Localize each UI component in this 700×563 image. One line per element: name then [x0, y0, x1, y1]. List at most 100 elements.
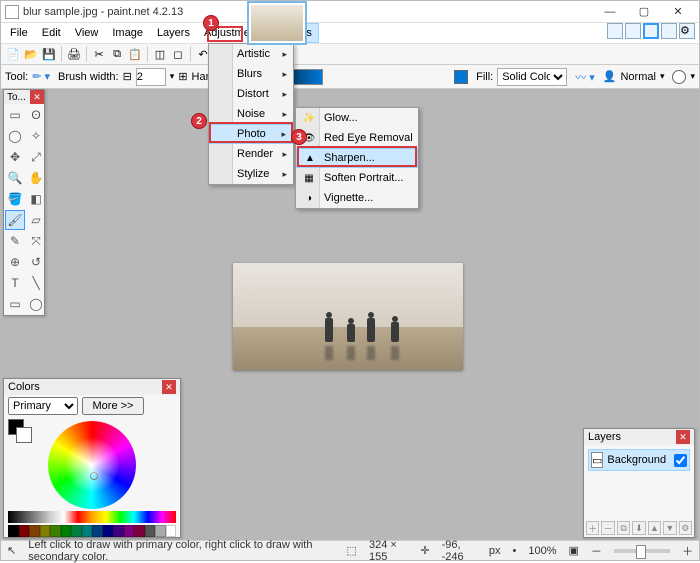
menu-view[interactable]: View: [68, 23, 106, 43]
tool-wand[interactable]: ✧: [26, 126, 46, 146]
app-icon: [5, 5, 19, 19]
effects-render[interactable]: Render▸: [209, 144, 293, 164]
tool-zoom[interactable]: 🔍: [5, 168, 25, 188]
layer-down[interactable]: ▼: [663, 521, 676, 535]
tool-shapes[interactable]: ◯: [26, 294, 46, 314]
layer-props[interactable]: ⚙: [679, 521, 692, 535]
hue-strip[interactable]: [8, 511, 176, 523]
menu-image[interactable]: Image: [105, 23, 150, 43]
cut-icon[interactable]: ✂: [91, 46, 107, 62]
tool-ellipse-select[interactable]: ◯: [5, 126, 25, 146]
tool-pencil[interactable]: ✎: [5, 231, 25, 251]
brush-width-input[interactable]: [136, 68, 166, 86]
copy-icon[interactable]: ⧉: [109, 46, 125, 62]
layer-up[interactable]: ▲: [648, 521, 661, 535]
document-thumbnail[interactable]: [247, 1, 307, 45]
tool-paintbrush[interactable]: 🖌: [5, 210, 25, 230]
effects-distort[interactable]: Distort▸: [209, 84, 293, 104]
toggle-layers-window[interactable]: [643, 23, 659, 39]
maximize-button[interactable]: ▢: [627, 2, 661, 22]
tool-rect-select[interactable]: ▭: [5, 105, 25, 125]
brush-inc-icon[interactable]: ⊞: [178, 70, 187, 83]
secondary-swatch[interactable]: [672, 70, 686, 84]
tool-clone[interactable]: ⊕: [5, 252, 25, 272]
layer-name: Background: [607, 454, 666, 466]
color-wheel[interactable]: [48, 421, 136, 509]
layer-add[interactable]: ＋: [586, 521, 599, 535]
effects-artistic[interactable]: Artistic▸: [209, 44, 293, 64]
effects-stylize[interactable]: Stylize▸: [209, 164, 293, 184]
blend-icon[interactable]: 👤: [603, 70, 617, 83]
layers-close[interactable]: ✕: [676, 430, 690, 444]
tool-rect[interactable]: ▭: [5, 294, 25, 314]
open-icon[interactable]: 📂: [23, 46, 39, 62]
menu-bar: File Edit View Image Layers Adjustments …: [1, 23, 699, 43]
photo-glow[interactable]: ✨Glow...: [296, 108, 418, 128]
new-icon[interactable]: 📄: [5, 46, 21, 62]
annotation-badge-2: 2: [191, 113, 207, 129]
effects-dropdown: Artistic▸ Blurs▸ Distort▸ Noise▸ Photo▸ …: [208, 43, 294, 185]
tool-move[interactable]: ✥: [5, 147, 25, 167]
annotation-badge-1: 1: [203, 15, 219, 31]
zoom-slider[interactable]: [614, 549, 670, 553]
brush-dec-icon[interactable]: ⊟: [123, 70, 132, 83]
tool-colorpicker[interactable]: ⤧: [26, 231, 46, 251]
tool-lasso[interactable]: ʘ: [26, 105, 46, 125]
tool-picker-icon[interactable]: ✏ ▾: [32, 70, 50, 83]
effects-photo[interactable]: Photo▸: [209, 124, 293, 144]
color-palette[interactable]: [8, 525, 176, 537]
colors-close[interactable]: ✕: [162, 380, 176, 394]
fill-select[interactable]: Solid Color: [497, 68, 567, 86]
blend-mode[interactable]: Normal: [620, 71, 655, 83]
window-title: blur sample.jpg - paint.net 4.2.13: [23, 6, 593, 18]
menu-file[interactable]: File: [3, 23, 35, 43]
tool-line[interactable]: ╲: [26, 273, 46, 293]
colors-more-button[interactable]: More >>: [82, 397, 144, 415]
photo-soften[interactable]: ▦Soften Portrait...: [296, 168, 418, 188]
minimize-button[interactable]: —: [593, 2, 627, 22]
crop-icon[interactable]: ◫: [152, 46, 168, 62]
close-button[interactable]: ✕: [661, 2, 695, 22]
layers-title: Layers: [588, 431, 621, 443]
layer-visible-checkbox[interactable]: [674, 454, 687, 467]
status-unit[interactable]: px: [489, 545, 501, 557]
tool-text[interactable]: T: [5, 273, 25, 293]
toggle-colors-window[interactable]: [661, 23, 677, 39]
zoom-out-icon[interactable]: －: [591, 543, 602, 559]
colors-primary-select[interactable]: Primary: [8, 397, 78, 415]
effects-noise[interactable]: Noise▸: [209, 104, 293, 124]
zoom-in-icon[interactable]: ＋: [682, 543, 693, 559]
tool-move-sel[interactable]: ⤢: [26, 147, 46, 167]
zoom-fit-icon[interactable]: ▣: [569, 544, 579, 557]
layer-delete[interactable]: －: [601, 521, 614, 535]
paste-icon[interactable]: 📋: [127, 46, 143, 62]
tool-recolor[interactable]: ↺: [26, 252, 46, 272]
color-swatches[interactable]: [8, 419, 32, 443]
effects-blurs[interactable]: Blurs▸: [209, 64, 293, 84]
toggle-history-window[interactable]: [625, 23, 641, 39]
tool-pan[interactable]: ✋: [26, 168, 46, 188]
color-swatch[interactable]: [454, 70, 468, 84]
layer-merge[interactable]: ⬇: [632, 521, 645, 535]
photo-vignette[interactable]: ◑Vignette...: [296, 188, 418, 208]
antialias-icon[interactable]: 〰 ▾: [575, 69, 595, 85]
sharpen-icon: ▲: [303, 151, 317, 165]
canvas-image[interactable]: [233, 263, 463, 370]
settings-button[interactable]: ⚙: [679, 23, 695, 39]
deselect-icon[interactable]: ◻: [170, 46, 186, 62]
tool-fill[interactable]: 🪣: [5, 189, 25, 209]
photo-redeye[interactable]: 👁Red Eye Removal: [296, 128, 418, 148]
layer-row-background[interactable]: ▭ Background: [588, 449, 690, 471]
menu-layers[interactable]: Layers: [150, 23, 197, 43]
tool-eraser[interactable]: ▱: [26, 210, 46, 230]
menu-edit[interactable]: Edit: [35, 23, 68, 43]
fill-label: Fill:: [476, 71, 493, 83]
tool-gradient[interactable]: ◧: [26, 189, 46, 209]
photo-sharpen[interactable]: ▲Sharpen...: [296, 148, 418, 168]
print-icon[interactable]: 🖨: [66, 46, 82, 62]
save-icon[interactable]: 💾: [41, 46, 57, 62]
layer-dup[interactable]: ⧉: [617, 521, 630, 535]
tools-window-close[interactable]: ✕: [30, 90, 44, 104]
photo-submenu: ✨Glow... 👁Red Eye Removal ▲Sharpen... ▦S…: [295, 107, 419, 209]
toggle-tools-window[interactable]: [607, 23, 623, 39]
